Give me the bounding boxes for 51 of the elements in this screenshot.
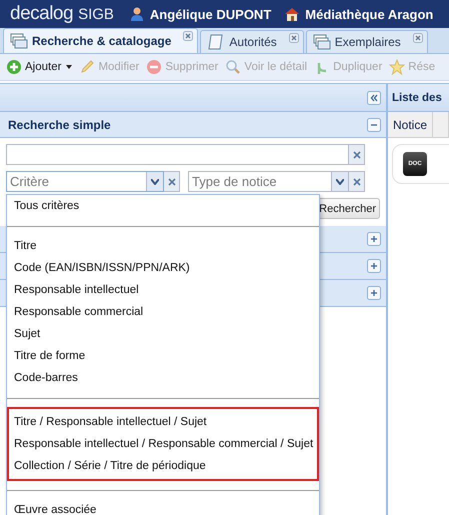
pencil-icon xyxy=(79,59,96,75)
collapse-icon[interactable] xyxy=(367,118,381,132)
expand-icon[interactable] xyxy=(367,259,381,273)
search-icon xyxy=(225,59,242,75)
close-icon[interactable] xyxy=(412,33,423,43)
section-title: Recherche simple xyxy=(8,118,111,132)
tab[interactable]: Exemplaires xyxy=(306,30,428,53)
clear-button[interactable] xyxy=(349,171,365,192)
menu-item[interactable]: Code (EAN/ISBN/ISSN/PPN/ARK) xyxy=(10,257,316,279)
chevron-down-icon xyxy=(151,178,159,184)
clear-button[interactable] xyxy=(349,144,365,165)
logo: decalog xyxy=(10,3,74,25)
menu-item[interactable]: Titre xyxy=(10,235,316,257)
menu-item[interactable]: Sujet xyxy=(10,323,316,345)
page-icon xyxy=(207,34,226,50)
house-icon xyxy=(284,6,300,22)
chevron-down-icon xyxy=(336,178,344,184)
expand-icon[interactable] xyxy=(367,286,381,300)
menu-item[interactable]: Tous critères xyxy=(10,195,316,217)
toolbar-button[interactable]: Ajouter xyxy=(4,59,74,75)
menu-item[interactable]: Œuvre associée xyxy=(10,499,316,515)
tab[interactable]: Autorités xyxy=(200,30,304,53)
windows-icon xyxy=(10,33,28,49)
clear-button[interactable] xyxy=(164,171,180,192)
close-icon xyxy=(168,178,176,186)
close-icon[interactable] xyxy=(183,31,194,41)
user-name[interactable]: Angélique DUPONT xyxy=(150,6,272,22)
tab[interactable]: Recherche & catalogage xyxy=(3,28,198,53)
collapse-icon[interactable] xyxy=(367,90,381,104)
menu-item[interactable]: Collection / Série / Titre de périodique xyxy=(10,455,316,477)
menu-item[interactable]: Titre / Responsable intellectuel / Sujet xyxy=(10,411,316,433)
windows-icon xyxy=(312,34,331,50)
panel-title: Liste des xyxy=(392,92,442,104)
close-icon xyxy=(352,178,360,186)
expand-icon[interactable] xyxy=(367,232,381,246)
close-icon xyxy=(352,150,360,158)
menu-item[interactable]: Responsable intellectuel / Responsable commercial / Sujet xyxy=(10,433,316,455)
star-icon xyxy=(389,59,406,75)
close-icon[interactable] xyxy=(288,33,299,43)
menu-item[interactable]: Titre de forme xyxy=(10,345,316,367)
criterion-dropdown[interactable]: Critère xyxy=(6,171,164,192)
user-icon xyxy=(128,6,145,22)
notice-type-dropdown[interactable]: Type de notice xyxy=(188,171,349,192)
menu-item[interactable]: Responsable intellectuel xyxy=(10,279,316,301)
product-name: SIGB xyxy=(78,6,114,22)
add-icon xyxy=(6,59,22,75)
menu-item[interactable]: Responsable commercial xyxy=(10,301,316,323)
menu-item[interactable]: Code-barres xyxy=(10,367,316,389)
library-name[interactable]: Médiathèque Aragon xyxy=(305,6,434,22)
remove-icon xyxy=(146,59,162,75)
search-field[interactable] xyxy=(6,144,349,165)
